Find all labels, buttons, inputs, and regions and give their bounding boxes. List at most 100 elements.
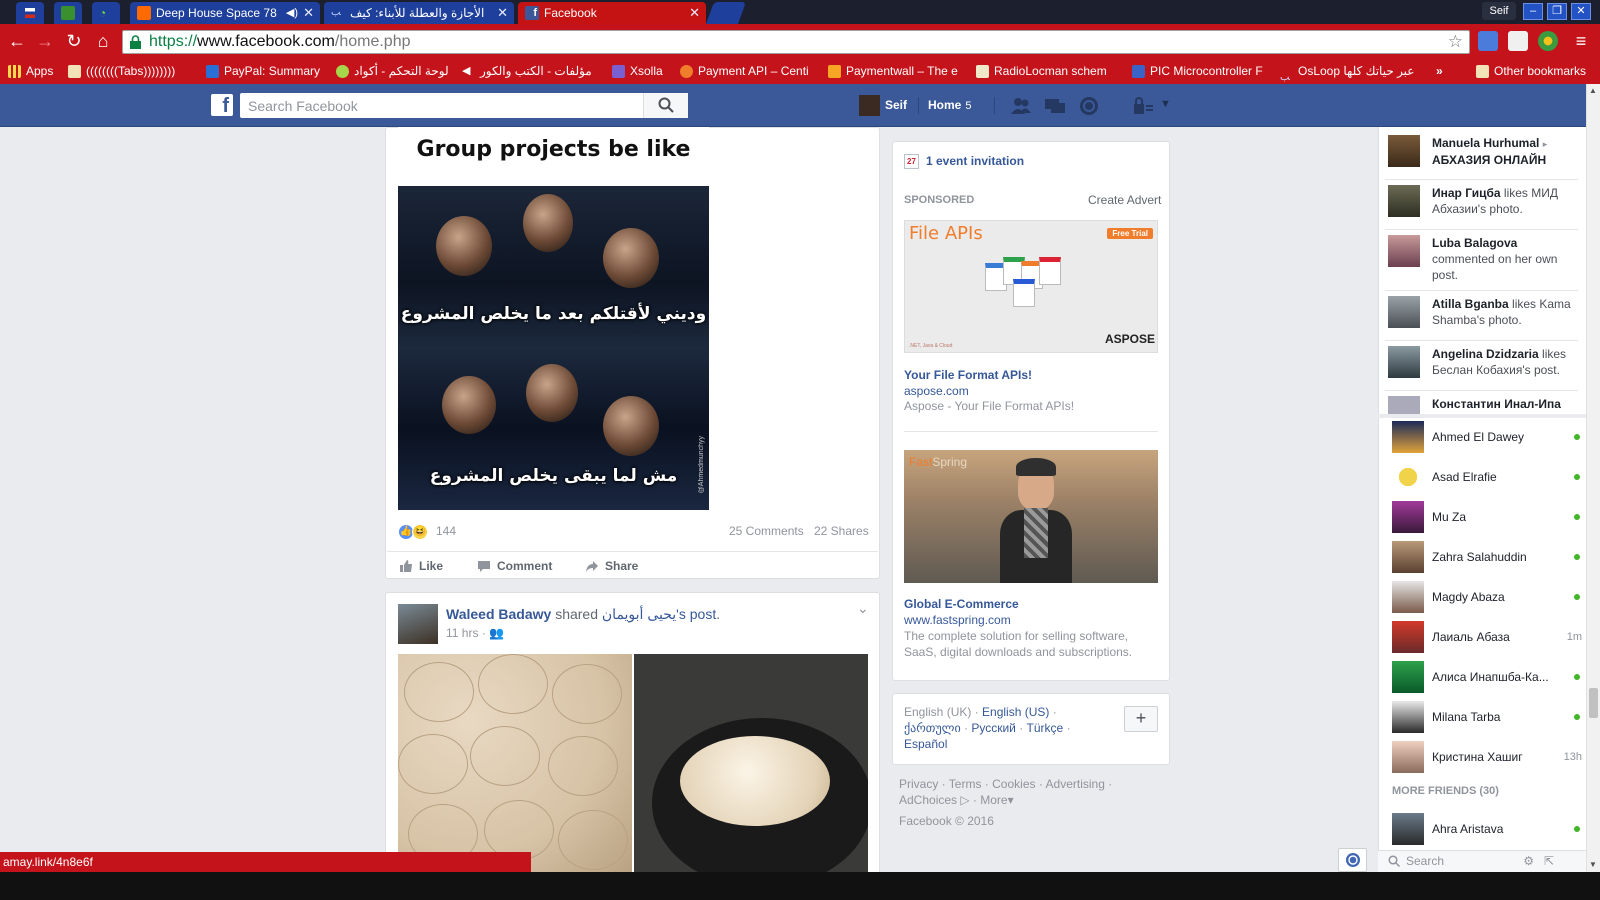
language-link[interactable]: Türkçe: [1027, 721, 1064, 735]
scroll-down-icon[interactable]: ▼: [1589, 860, 1597, 869]
bookmark-paymentwall[interactable]: Paymentwall – The e: [826, 59, 966, 84]
profile-button[interactable]: Seif: [1482, 2, 1516, 20]
bookmark-xsolla[interactable]: Xsolla: [610, 59, 674, 84]
search-button[interactable]: [643, 93, 688, 118]
new-tab-button[interactable]: [705, 2, 747, 24]
author-link[interactable]: Waleed Badawy: [446, 606, 551, 622]
language-link[interactable]: Español: [904, 737, 947, 751]
minimize-button[interactable]: –: [1523, 3, 1543, 20]
chat-friend[interactable]: Zahra Salahuddin: [1392, 541, 1582, 573]
tab-facebook[interactable]: f Facebook ✕: [518, 2, 706, 24]
ticker-item[interactable]: Константин Инал-Ипа: [1388, 396, 1576, 414]
chat-friend[interactable]: Ahra Aristava: [1392, 813, 1582, 845]
close-icon[interactable]: ✕: [689, 2, 700, 24]
language-link[interactable]: Русский: [971, 721, 1016, 735]
footer-link[interactable]: Privacy: [899, 777, 938, 791]
add-language-button[interactable]: +: [1124, 706, 1158, 732]
tab-deep-house[interactable]: Deep House Space 78 ◀) ✕: [130, 2, 320, 24]
share-button[interactable]: Share: [585, 559, 638, 574]
source-link[interactable]: يحيى أبويمان's: [602, 606, 686, 622]
bookmark-osloop[interactable]: ﺐ OsLoop عبر حياتك كلها: [1278, 59, 1418, 84]
account-menu-chevron-icon[interactable]: ▼: [1160, 98, 1171, 110]
bookmark-radiolocman[interactable]: RadioLocman schem: [974, 59, 1122, 84]
search-input[interactable]: [240, 93, 640, 118]
forward-icon[interactable]: →: [34, 30, 56, 52]
tab-arabic-article[interactable]: ﺐ الأجازة والعطلة للأبناء: كيف ✕: [324, 2, 514, 24]
language-link[interactable]: ქართული: [904, 721, 961, 735]
page-scrollbar[interactable]: ▲ ▼: [1586, 84, 1600, 872]
ticker-item[interactable]: Atilla Bganba likes Kama Shamba's photo.: [1388, 296, 1576, 328]
bookmark-folder-tabs[interactable]: ((((((((Tabs)))))))): [66, 59, 196, 84]
pinned-tab[interactable]: [16, 2, 44, 24]
ticker-item[interactable]: Luba Balagova commented on her own post.: [1388, 235, 1576, 283]
chat-search[interactable]: Search ⚙ ⇱: [1378, 850, 1586, 872]
post-photo[interactable]: [634, 654, 868, 872]
pinned-tab[interactable]: [54, 2, 82, 24]
bookmark-payment-api[interactable]: Payment API – Centi: [678, 59, 818, 84]
shares-count-link[interactable]: 22 Shares: [814, 524, 869, 538]
home-icon[interactable]: ⌂: [92, 30, 114, 52]
post-image[interactable]: Group projects be like وديني لأقتلكم بعد…: [398, 127, 709, 510]
like-button[interactable]: Like: [399, 559, 443, 574]
footer-link[interactable]: AdChoices: [899, 793, 957, 807]
ad-image[interactable]: FastSpring: [904, 450, 1158, 583]
back-icon[interactable]: ←: [6, 30, 28, 52]
bookmark-paypal[interactable]: PayPal: Summary: [204, 59, 328, 84]
post-timestamp[interactable]: 11 hrs · 👥: [446, 626, 504, 640]
globe-extension-icon[interactable]: [1538, 31, 1558, 51]
ad-title[interactable]: Your File Format APIs!: [904, 368, 1032, 382]
bookmark-pic[interactable]: PIC Microcontroller F: [1130, 59, 1270, 84]
facebook-logo-icon[interactable]: f: [211, 94, 233, 117]
pop-out-icon[interactable]: ⇱: [1544, 851, 1554, 872]
chat-friend[interactable]: Алиса Инапшба-Ка...: [1392, 661, 1582, 693]
address-bar[interactable]: https://www.facebook.com/home.php ☆: [122, 30, 1470, 54]
home-link[interactable]: Home 5: [928, 95, 971, 117]
post-photo[interactable]: [398, 654, 632, 872]
chat-friend[interactable]: Asad Elrafie: [1392, 461, 1582, 493]
bookmark-arabic-2[interactable]: ◀ مؤلفات - الكتب والكور: [460, 59, 602, 84]
profile-link[interactable]: Seif: [859, 95, 907, 116]
ad-image[interactable]: File APIs Free Trial ASPOSE .NET, Java &…: [904, 220, 1158, 353]
language-link[interactable]: English (US): [982, 705, 1049, 719]
ticker-item[interactable]: Инар Гицба likes МИД Абхазии's photo.: [1388, 185, 1576, 217]
comment-button[interactable]: Comment: [477, 559, 552, 574]
bookmark-arabic-1[interactable]: لوحة التحكم - أكواد: [334, 59, 456, 84]
create-advert-link[interactable]: Create Advert: [1088, 193, 1161, 207]
avatar[interactable]: [398, 604, 438, 644]
chat-friend[interactable]: Mu Za: [1392, 501, 1582, 533]
privacy-shortcuts-icon[interactable]: [1132, 96, 1154, 116]
menu-icon[interactable]: ≡: [1570, 30, 1592, 52]
chat-friend[interactable]: Milana Tarba: [1392, 701, 1582, 733]
translate-extension-icon[interactable]: [1478, 31, 1498, 51]
close-window-button[interactable]: ✕: [1571, 3, 1591, 20]
scroll-up-icon[interactable]: ▲: [1589, 86, 1597, 95]
bookmark-other[interactable]: Other bookmarks: [1474, 59, 1600, 84]
chat-friend[interactable]: Magdy Abaza: [1392, 581, 1582, 613]
globe-button[interactable]: [1338, 848, 1367, 872]
event-invitation-link[interactable]: 27 1 event invitation: [904, 154, 1024, 169]
gear-icon[interactable]: ⚙: [1523, 851, 1534, 872]
bookmark-star-icon[interactable]: ☆: [1448, 31, 1463, 53]
close-icon[interactable]: ✕: [497, 2, 508, 24]
bookmark-apps[interactable]: Apps: [6, 59, 60, 84]
messages-icon[interactable]: [1044, 96, 1066, 116]
chat-friend[interactable]: Кристина Хашиг 13h: [1392, 741, 1582, 773]
chat-friend[interactable]: Ahmed El Dawey: [1392, 421, 1582, 453]
footer-link[interactable]: Cookies: [992, 777, 1035, 791]
scrollbar-thumb[interactable]: [1589, 688, 1598, 718]
maximize-button[interactable]: ❐: [1547, 3, 1567, 20]
ad-url[interactable]: aspose.com: [904, 384, 969, 398]
post-link[interactable]: post: [690, 606, 716, 622]
close-icon[interactable]: ✕: [303, 2, 314, 24]
friend-requests-icon[interactable]: [1010, 96, 1032, 116]
chat-friend[interactable]: Лаиаль Абаза 1m: [1392, 621, 1582, 653]
reload-icon[interactable]: ↻: [63, 30, 85, 52]
chevron-down-icon[interactable]: ⌄: [857, 600, 869, 617]
notifications-globe-icon[interactable]: [1078, 96, 1100, 116]
footer-link[interactable]: Terms: [949, 777, 982, 791]
comments-count-link[interactable]: 25 Comments: [729, 524, 804, 538]
footer-link[interactable]: Advertising: [1046, 777, 1105, 791]
bookmarks-overflow[interactable]: »: [1432, 59, 1456, 84]
ticker-item[interactable]: Manuela Hurhumal ▸ АБХАЗИЯ ОНЛАЙН: [1388, 135, 1576, 168]
ad-url[interactable]: www.fastspring.com: [904, 613, 1011, 627]
